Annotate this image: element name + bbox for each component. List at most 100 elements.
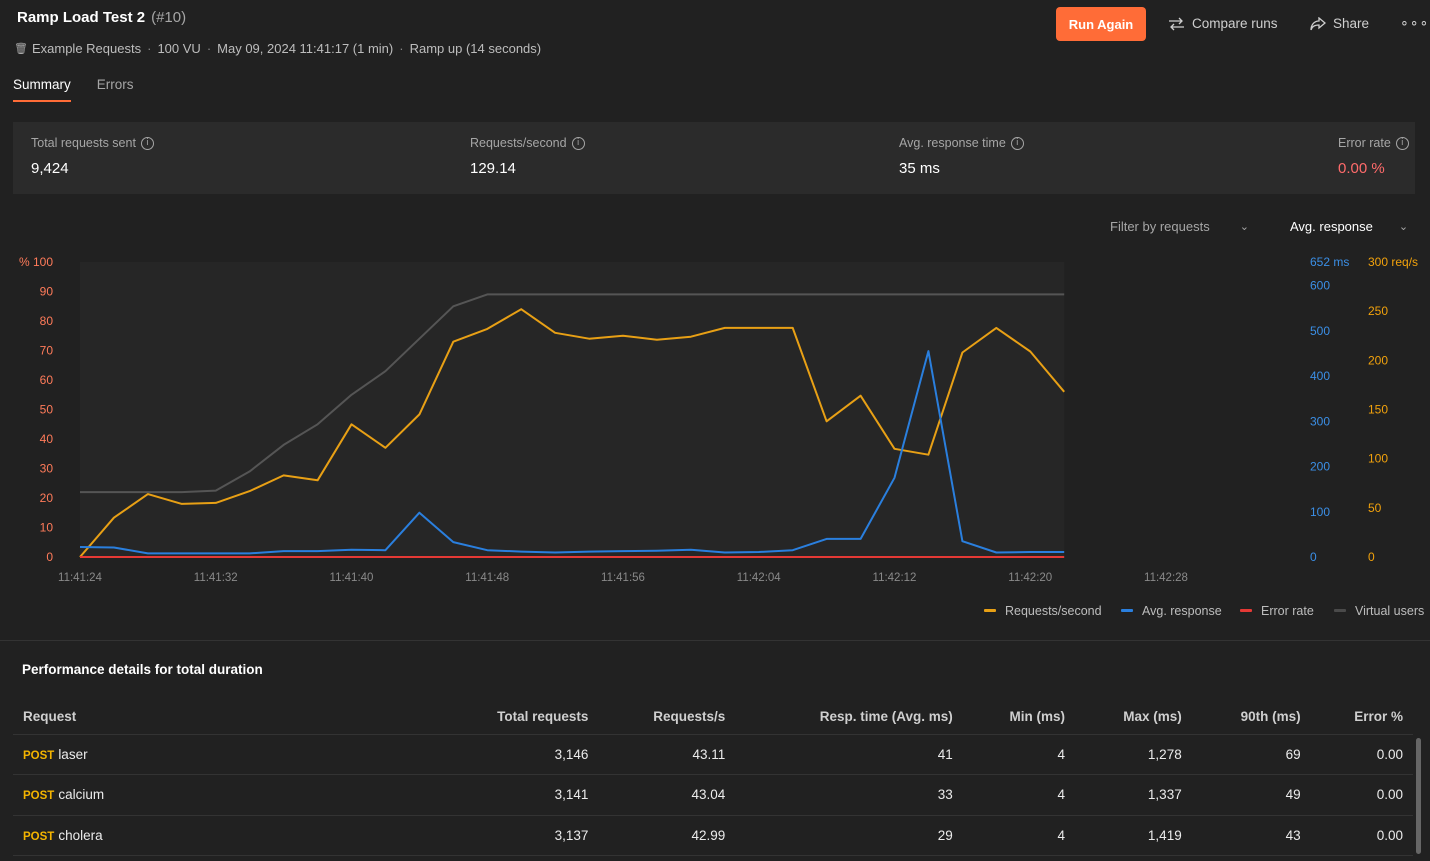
stat-value: 0.00 % — [1338, 160, 1385, 177]
page-title: Ramp Load Test 2 (#10) — [17, 9, 186, 26]
collection-name[interactable]: Example Requests — [32, 41, 141, 56]
filter-label: Filter by requests — [1110, 219, 1210, 234]
plot-area — [80, 262, 1065, 557]
x-axis-tick: 11:42:12 — [873, 572, 917, 584]
performance-table: Request Total requests Requests/s Resp. … — [13, 700, 1413, 856]
left-axis-tick: 70 — [40, 344, 54, 358]
ms-axis-tick: 500 — [1310, 324, 1330, 338]
cell-rps: 42.99 — [598, 815, 736, 856]
table-row[interactable]: POST cholera 3,137 42.99 29 4 1,419 43 0.… — [13, 815, 1413, 856]
stat-value: 35 ms — [899, 160, 940, 177]
ms-axis-tick: 100 — [1310, 505, 1330, 519]
stat-label: Error rate — [1338, 136, 1391, 150]
table-row[interactable]: POST calcium 3,141 43.04 33 4 1,337 49 0.… — [13, 774, 1413, 816]
stat-label: Requests/second — [470, 136, 567, 150]
rps-axis-tick: 200 — [1368, 353, 1388, 367]
share-icon — [1310, 16, 1326, 30]
request-name: calcium — [58, 787, 105, 803]
request-name: laser — [58, 746, 88, 762]
cell-max: 1,419 — [1075, 815, 1192, 856]
cell-err: 0.00 — [1310, 734, 1413, 775]
x-axis-tick: 11:41:24 — [58, 572, 103, 584]
left-axis-tick: 20 — [40, 491, 54, 505]
request-cell[interactable]: POST cholera — [13, 815, 433, 856]
request-cell[interactable]: POST calcium — [13, 774, 433, 816]
share-label: Share — [1333, 16, 1370, 31]
metric-label: Avg. response — [1290, 219, 1373, 234]
run-again-button[interactable]: Run Again — [1056, 7, 1146, 41]
info-icon[interactable]: i — [571, 136, 585, 150]
table-scrollbar[interactable] — [1416, 738, 1421, 854]
tab-summary[interactable]: Summary — [13, 77, 71, 102]
x-axis-tick: 11:42:20 — [1008, 572, 1052, 584]
method-badge: POST — [23, 790, 55, 803]
cell-total: 3,146 — [433, 734, 599, 775]
stat-avg-response: Avg. response time i 35 ms — [899, 136, 1024, 177]
legend-label: Error rate — [1261, 604, 1314, 618]
tab-errors[interactable]: Errors — [97, 77, 134, 102]
more-options-icon[interactable]: ∘∘∘ — [1400, 14, 1429, 31]
left-axis-tick: % 100 — [19, 255, 53, 269]
metrics-chart[interactable]: 0 10 20 30 40 50 60 70 80 90 % 100 652 ms 0 100 200 300… — [0, 245, 1430, 625]
cell-err: 0.00 — [1310, 815, 1413, 856]
cell-min: 4 — [962, 734, 1075, 775]
left-axis-tick: 80 — [40, 314, 54, 328]
table-header-row: Request Total requests Requests/s Resp. … — [13, 700, 1413, 735]
x-axis-tick: 11:41:56 — [601, 572, 645, 584]
method-badge: POST — [23, 749, 55, 762]
run-meta: 🗑 Example Requests · 100 VU · May 09, 2024… — [14, 41, 542, 56]
cell-total: 3,141 — [433, 774, 599, 816]
left-axis-tick: 60 — [40, 373, 54, 387]
stat-value: 129.14 — [470, 160, 516, 177]
info-icon[interactable]: i — [1395, 136, 1409, 150]
chevron-down-icon: ⌄ — [1398, 221, 1409, 233]
cell-min: 4 — [962, 774, 1075, 816]
method-badge: POST — [23, 830, 55, 843]
left-axis-tick: 50 — [40, 403, 54, 417]
rps-axis-tick: 100 — [1368, 452, 1388, 466]
cell-rps: 43.11 — [598, 734, 736, 775]
table-row[interactable]: POST laser 3,146 43.11 41 4 1,278 69 0.00 — [13, 734, 1413, 775]
cell-rps: 43.04 — [598, 774, 736, 816]
stat-label: Avg. response time — [899, 136, 1006, 150]
legend-swatch — [1121, 609, 1133, 612]
share-button[interactable]: Share — [1310, 16, 1369, 31]
request-cell[interactable]: POST laser — [13, 734, 433, 775]
col-error-pct: Error % — [1310, 700, 1413, 735]
col-max: Max (ms) — [1075, 700, 1192, 735]
compare-runs-label: Compare runs — [1192, 16, 1278, 31]
rps-axis-top-label: 300 req/s — [1368, 255, 1418, 269]
x-axis-tick: 11:41:32 — [194, 572, 238, 584]
legend-label: Avg. response — [1142, 604, 1222, 618]
left-axis-tick: 10 — [40, 521, 54, 535]
compare-runs-button[interactable]: Compare runs — [1168, 16, 1278, 31]
rps-axis-tick: 50 — [1368, 501, 1382, 515]
stat-requests-per-second: Requests/second i 129.14 — [470, 136, 585, 177]
info-icon[interactable]: i — [1010, 136, 1024, 150]
cell-min: 4 — [962, 815, 1075, 856]
stat-error-rate: Error rate i 0.00 % — [1338, 136, 1409, 177]
collection-icon: 🗑 — [14, 43, 28, 55]
legend-label: Requests/second — [1005, 604, 1102, 618]
rps-axis-tick: 150 — [1368, 403, 1388, 417]
stats-panel: Total requests sent i 9,424 Requests/seco… — [13, 122, 1415, 194]
info-icon[interactable]: i — [140, 136, 154, 150]
cell-avg: 33 — [735, 774, 963, 816]
vu-count: 100 VU — [157, 41, 201, 56]
metric-dropdown[interactable]: Avg. response ⌄ — [1290, 219, 1408, 234]
left-axis-tick: 0 — [46, 550, 53, 564]
x-axis-tick: 11:41:40 — [330, 572, 374, 584]
filter-requests-dropdown[interactable]: Filter by requests ⌄ — [1110, 219, 1249, 234]
stat-value: 9,424 — [31, 160, 69, 177]
x-axis-tick: 11:42:28 — [1144, 572, 1188, 584]
x-axis-tick: 11:41:48 — [465, 572, 509, 584]
request-name: cholera — [58, 827, 103, 843]
legend-swatch — [1240, 609, 1252, 612]
left-axis-tick: 30 — [40, 462, 54, 476]
rps-axis-tick: 0 — [1368, 550, 1375, 564]
col-requests-per-second: Requests/s — [598, 700, 736, 735]
ms-axis-tick: 200 — [1310, 460, 1330, 474]
col-total-requests: Total requests — [433, 700, 599, 735]
legend-swatch — [984, 609, 996, 612]
col-p90: 90th (ms) — [1191, 700, 1311, 735]
